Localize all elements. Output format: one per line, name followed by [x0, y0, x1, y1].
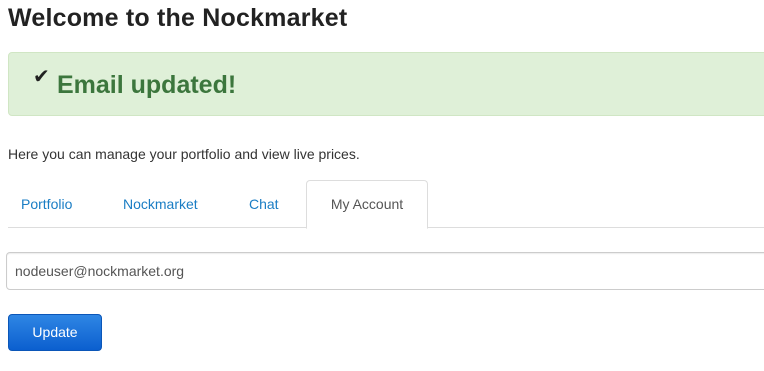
update-button[interactable]: Update: [8, 314, 102, 351]
page: Welcome to the Nockmarket ✔ Email update…: [0, 0, 764, 371]
alert-message: Email updated!: [57, 71, 237, 99]
tab-chat[interactable]: Chat: [249, 180, 279, 228]
intro-text: Here you can manage your portfolio and v…: [8, 146, 360, 162]
tab-bar: Portfolio Nockmarket Chat My Account: [8, 180, 764, 229]
tab-nockmarket[interactable]: Nockmarket: [123, 180, 198, 228]
check-icon: ✔: [33, 66, 50, 88]
email-field[interactable]: [6, 252, 764, 290]
page-title: Welcome to the Nockmarket: [8, 4, 348, 32]
tab-my-account[interactable]: My Account: [306, 180, 428, 229]
success-alert: ✔ Email updated!: [8, 52, 764, 116]
tab-portfolio[interactable]: Portfolio: [21, 180, 72, 228]
